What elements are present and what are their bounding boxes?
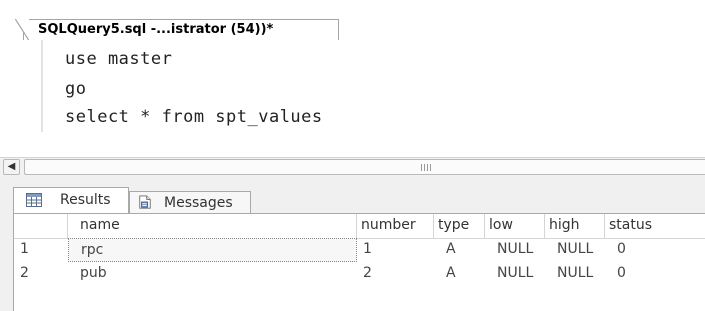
cell-status[interactable]: 0 bbox=[605, 262, 705, 286]
query-document-tab[interactable]: SQLQuery5.sql -...istrator (54))* bbox=[15, 19, 339, 41]
column-header-status[interactable]: status bbox=[605, 214, 705, 238]
results-panel: Results Messages name number type low hi… bbox=[0, 176, 705, 311]
query-editor[interactable]: use master go select * from spt_values bbox=[0, 40, 705, 144]
tab-messages-label: Messages bbox=[164, 195, 233, 211]
row-number-header bbox=[14, 214, 68, 238]
column-header-low[interactable]: low bbox=[485, 214, 545, 238]
cell-name[interactable]: rpc bbox=[68, 238, 357, 262]
code-line-2: go bbox=[65, 79, 87, 99]
grid-header-row: name number type low high status bbox=[14, 214, 705, 239]
table-row[interactable]: 1 rpc 1 A NULL NULL 0 bbox=[14, 238, 705, 262]
document-tab-strip: SQLQuery5.sql -...istrator (54))* bbox=[0, 0, 705, 41]
column-header-number[interactable]: number bbox=[357, 214, 434, 238]
results-grid[interactable]: name number type low high status 1 rpc 1… bbox=[13, 213, 705, 311]
scroll-grip-icon bbox=[421, 164, 431, 171]
messages-icon bbox=[139, 195, 151, 209]
tab-results-label: Results bbox=[60, 192, 111, 208]
cell-status[interactable]: 0 bbox=[605, 238, 705, 262]
cell-type[interactable]: A bbox=[434, 238, 485, 262]
cell-low[interactable]: NULL bbox=[485, 238, 545, 262]
tab-messages[interactable]: Messages bbox=[129, 191, 251, 213]
column-header-high[interactable]: high bbox=[545, 214, 605, 238]
code-line-3: select * from spt_values bbox=[65, 107, 323, 127]
code-line-1: use master bbox=[65, 49, 173, 69]
cell-high[interactable]: NULL bbox=[545, 238, 605, 262]
cell-low[interactable]: NULL bbox=[485, 262, 545, 286]
grid-icon bbox=[26, 193, 42, 207]
query-tab-title: SQLQuery5.sql -...istrator (54))* bbox=[38, 22, 274, 37]
column-header-type[interactable]: type bbox=[434, 214, 485, 238]
cell-number[interactable]: 1 bbox=[357, 238, 434, 262]
editor-horizontal-scrollbar[interactable]: ◀ bbox=[0, 157, 705, 178]
scrollbar-thumb[interactable] bbox=[24, 159, 705, 175]
tab-results[interactable]: Results bbox=[13, 187, 129, 213]
cell-number[interactable]: 2 bbox=[357, 262, 434, 286]
table-row[interactable]: 2 pub 2 A NULL NULL 0 bbox=[14, 262, 705, 286]
cell-high[interactable]: NULL bbox=[545, 262, 605, 286]
row-number: 2 bbox=[20, 265, 29, 281]
editor-gutter bbox=[41, 40, 43, 132]
column-header-name[interactable]: name bbox=[68, 214, 357, 238]
scroll-left-arrow-icon[interactable]: ◀ bbox=[3, 159, 20, 175]
cell-name[interactable]: pub bbox=[68, 262, 357, 286]
cell-type[interactable]: A bbox=[434, 262, 485, 286]
row-number: 1 bbox=[20, 241, 29, 257]
